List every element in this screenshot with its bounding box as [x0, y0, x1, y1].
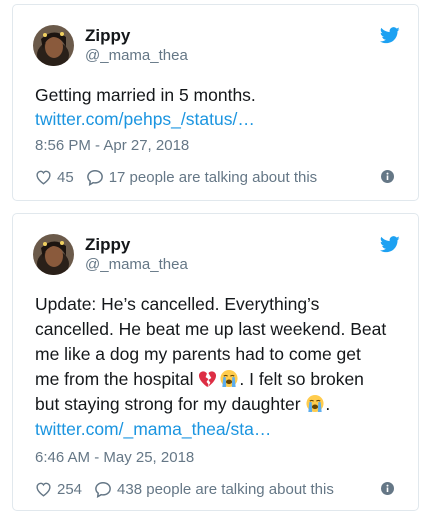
- tweet-text-fragment: me from the hospital: [35, 369, 199, 389]
- talking-about-link[interactable]: 17 people are talking about this: [109, 169, 317, 186]
- tweet-link[interactable]: twitter.com/pehps_/status/…: [35, 109, 255, 130]
- tweet-text-fragment: but staying strong for my daughter: [35, 394, 306, 414]
- broken-heart-emoji: [199, 371, 217, 388]
- loudly-crying-face-emoji: [306, 394, 324, 413]
- tweet-text-line: me from the hospital . I felt so broken: [35, 367, 398, 392]
- display-name[interactable]: Zippy: [85, 26, 130, 46]
- tweet-link[interactable]: twitter.com/_mama_thea/sta…: [35, 419, 271, 440]
- like-count[interactable]: 45: [57, 169, 74, 186]
- tweet-text-fragment: .: [325, 394, 331, 414]
- tweet-text: Getting married in 5 months.: [35, 85, 256, 105]
- tweet-text-line: me like a dog my parents had to come get: [35, 344, 361, 364]
- heart-outline-icon[interactable]: [35, 481, 52, 497]
- talking-about-link[interactable]: 438 people are talking about this: [117, 481, 334, 498]
- tweet-card[interactable]: Zippy @_mama_thea Getting married in 5 m…: [12, 4, 419, 201]
- reply-bubble-icon[interactable]: [86, 169, 104, 186]
- like-count[interactable]: 254: [57, 481, 82, 498]
- timestamp[interactable]: 8:56 PM - Apr 27, 2018: [35, 137, 189, 154]
- display-name[interactable]: Zippy: [85, 235, 130, 255]
- tweet-text: Update: He’s cancelled. Everything’s can…: [35, 292, 398, 417]
- tweet-text-fragment: . I felt so broken: [239, 369, 364, 389]
- info-icon[interactable]: [381, 482, 394, 495]
- twitter-bird-icon[interactable]: [380, 236, 400, 253]
- page: Zippy @_mama_thea Getting married in 5 m…: [0, 0, 430, 512]
- avatar[interactable]: [33, 234, 74, 275]
- info-icon[interactable]: [381, 170, 394, 183]
- tweet-text-line: Update: He’s cancelled. Everything’s: [35, 294, 320, 314]
- tweet-text-line: cancelled. He beat me up last weekend. B…: [35, 319, 387, 339]
- tweet-actions: 254 438 people are talking about this: [35, 479, 398, 499]
- timestamp[interactable]: 6:46 AM - May 25, 2018: [35, 449, 194, 466]
- heart-outline-icon[interactable]: [35, 169, 52, 185]
- tweet-card[interactable]: Zippy @_mama_thea Update: He’s cancelled…: [12, 213, 419, 511]
- user-handle[interactable]: @_mama_thea: [85, 47, 188, 64]
- tweet-text-line: but staying strong for my daughter .: [35, 392, 398, 417]
- loudly-crying-face-emoji: [220, 369, 238, 388]
- avatar[interactable]: [33, 25, 74, 66]
- tweet-actions: 45 17 people are talking about this: [35, 167, 398, 187]
- reply-bubble-icon[interactable]: [94, 481, 112, 498]
- user-handle[interactable]: @_mama_thea: [85, 256, 188, 273]
- twitter-bird-icon[interactable]: [380, 27, 400, 44]
